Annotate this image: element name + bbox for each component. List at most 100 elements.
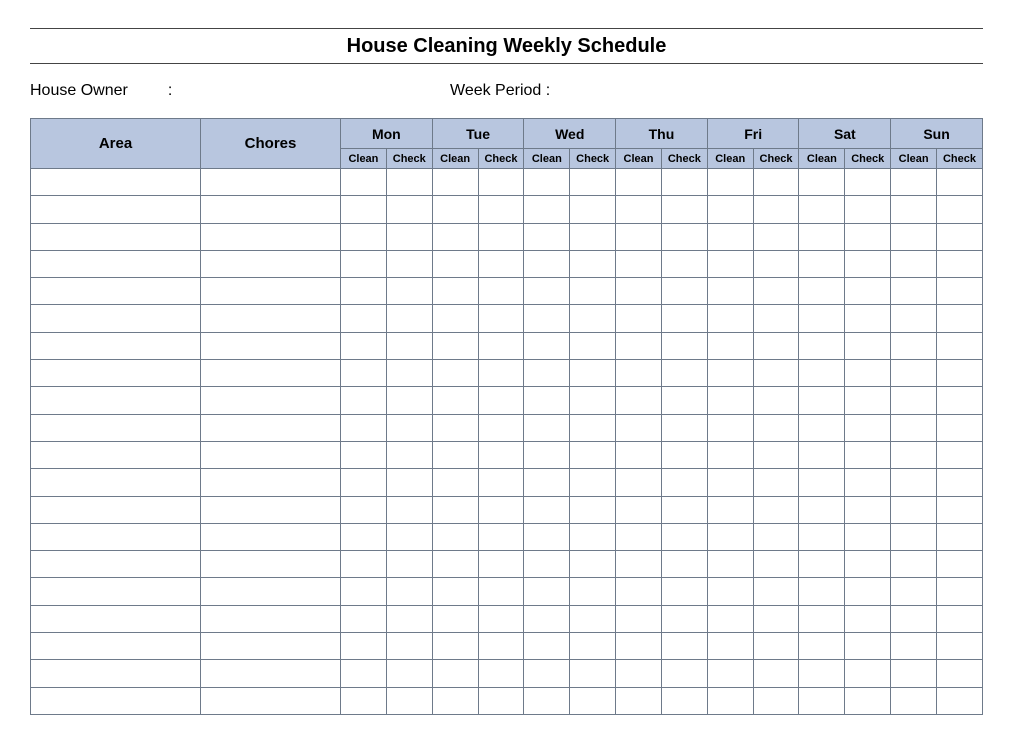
table-cell [616, 196, 662, 223]
table-cell [570, 414, 616, 441]
table-cell [707, 523, 753, 550]
table-cell [616, 223, 662, 250]
table-cell [707, 469, 753, 496]
table-cell [201, 332, 341, 359]
table-cell [201, 414, 341, 441]
col-tue-check: Check [478, 149, 524, 169]
col-day-wed: Wed [524, 119, 616, 149]
table-cell [616, 250, 662, 277]
table-cell [31, 223, 201, 250]
col-wed-check: Check [570, 149, 616, 169]
table-cell [661, 469, 707, 496]
table-cell [201, 387, 341, 414]
table-cell [753, 441, 799, 468]
table-cell [891, 551, 937, 578]
table-cell [201, 305, 341, 332]
table-cell [201, 660, 341, 687]
table-cell [341, 578, 387, 605]
table-cell [891, 305, 937, 332]
table-cell [201, 687, 341, 714]
table-cell [478, 169, 524, 196]
table-cell [616, 305, 662, 332]
table-cell [432, 196, 478, 223]
table-cell [661, 169, 707, 196]
table-cell [799, 660, 845, 687]
table-cell [616, 687, 662, 714]
table-cell [524, 223, 570, 250]
table-cell [478, 223, 524, 250]
table-cell [707, 196, 753, 223]
table-cell [478, 332, 524, 359]
table-cell [937, 387, 983, 414]
table-cell [707, 605, 753, 632]
col-sat-clean: Clean [799, 149, 845, 169]
table-cell [661, 687, 707, 714]
table-cell [753, 687, 799, 714]
table-cell [201, 578, 341, 605]
table-cell [891, 660, 937, 687]
table-cell [845, 687, 891, 714]
col-thu-check: Check [661, 149, 707, 169]
col-wed-clean: Clean [524, 149, 570, 169]
table-cell [799, 633, 845, 660]
table-cell [478, 250, 524, 277]
table-cell [937, 687, 983, 714]
table-cell [661, 633, 707, 660]
table-cell [753, 605, 799, 632]
table-cell [478, 278, 524, 305]
table-cell [891, 578, 937, 605]
table-cell [707, 332, 753, 359]
table-cell [753, 169, 799, 196]
table-row [31, 496, 983, 523]
table-cell [845, 223, 891, 250]
table-cell [432, 578, 478, 605]
table-cell [891, 523, 937, 550]
table-cell [937, 551, 983, 578]
table-cell [570, 441, 616, 468]
table-cell [524, 332, 570, 359]
table-cell [616, 523, 662, 550]
week-period-field: Week Period : [450, 82, 550, 100]
table-cell [478, 605, 524, 632]
table-cell [201, 278, 341, 305]
table-cell [661, 414, 707, 441]
table-cell [937, 305, 983, 332]
table-cell [31, 305, 201, 332]
table-cell [845, 605, 891, 632]
table-cell [524, 196, 570, 223]
table-cell [616, 169, 662, 196]
table-cell [31, 578, 201, 605]
table-cell [616, 605, 662, 632]
table-cell [386, 605, 432, 632]
table-cell [341, 223, 387, 250]
table-cell [201, 633, 341, 660]
table-cell [386, 523, 432, 550]
table-cell [341, 196, 387, 223]
table-cell [845, 441, 891, 468]
table-cell [31, 387, 201, 414]
title-bar: House Cleaning Weekly Schedule [30, 28, 983, 64]
table-row [31, 605, 983, 632]
table-cell [386, 360, 432, 387]
table-cell [478, 441, 524, 468]
table-cell [478, 496, 524, 523]
table-cell [386, 387, 432, 414]
table-cell [891, 441, 937, 468]
table-cell [937, 469, 983, 496]
table-cell [341, 332, 387, 359]
table-cell [616, 332, 662, 359]
table-cell [478, 578, 524, 605]
table-cell [478, 469, 524, 496]
table-cell [341, 687, 387, 714]
table-cell [616, 387, 662, 414]
table-cell [432, 469, 478, 496]
table-row [31, 441, 983, 468]
table-cell [478, 523, 524, 550]
table-cell [31, 551, 201, 578]
col-mon-check: Check [386, 149, 432, 169]
table-row [31, 633, 983, 660]
table-row [31, 223, 983, 250]
house-owner-label: House Owner [30, 82, 168, 100]
table-cell [891, 687, 937, 714]
table-row [31, 387, 983, 414]
